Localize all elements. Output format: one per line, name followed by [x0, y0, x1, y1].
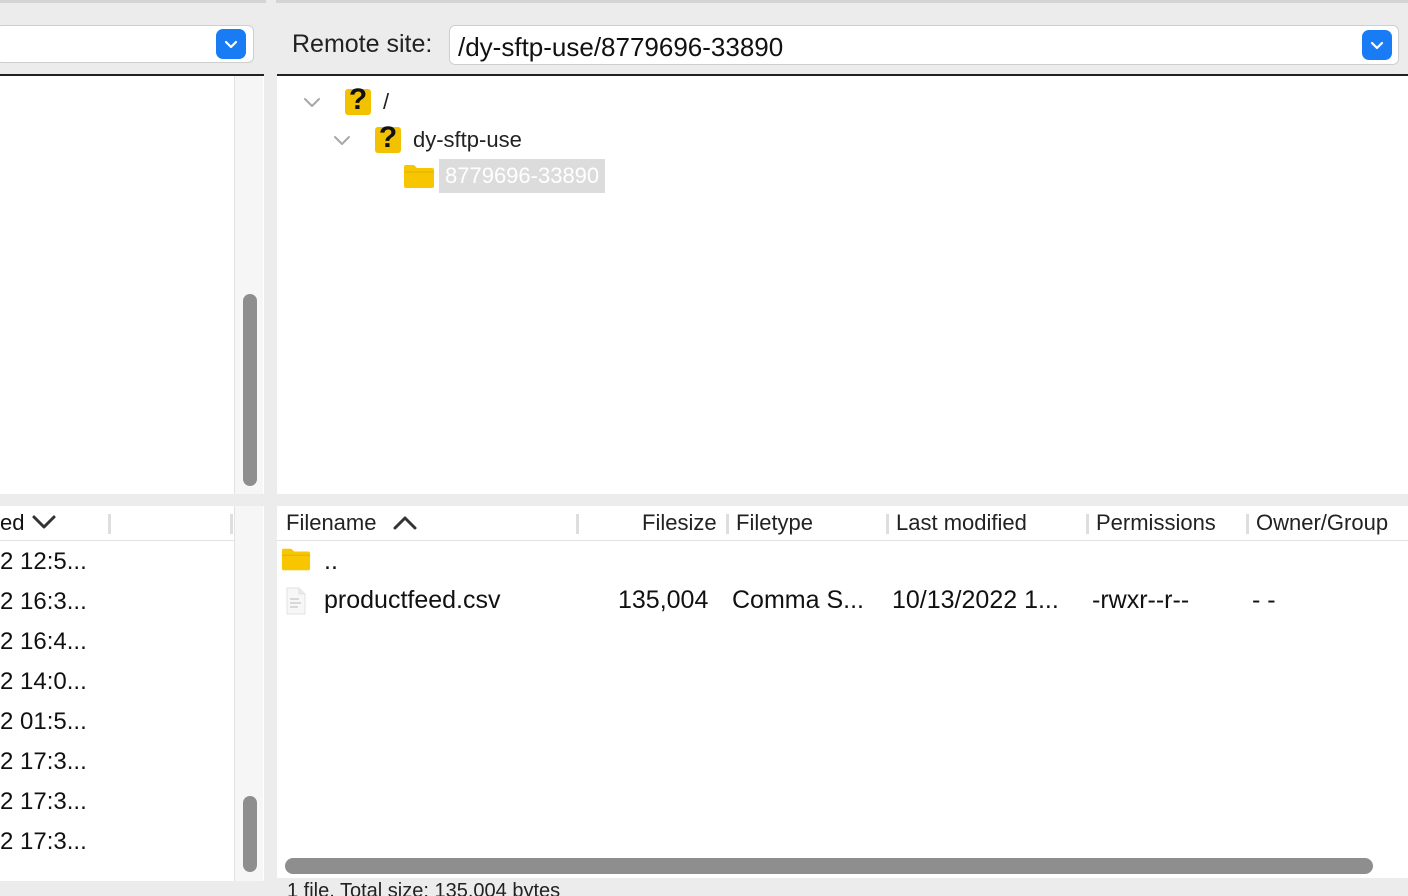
column-header-filename[interactable]: Filename — [286, 510, 376, 536]
local-list-scrollbar[interactable] — [234, 506, 263, 881]
status-bar: 1 file. Total size: 135,004 bytes — [277, 878, 1408, 896]
tree-node-dy-sftp-use[interactable]: ? dy-sftp-use — [331, 123, 522, 157]
local-site-combobox[interactable] — [0, 25, 254, 63]
column-separator[interactable] — [1086, 514, 1089, 534]
remote-site-combobox[interactable]: /dy-sftp-use/8779696-33890 — [449, 25, 1399, 65]
file-last-modified: 10/13/2022 1... — [892, 586, 1059, 614]
local-site-dropdown-button[interactable] — [216, 29, 246, 59]
local-file-list[interactable]: ed 2 12:5... 2 16:3... 2 16:4... 2 14:0.… — [0, 506, 264, 881]
tree-node-root[interactable]: ? / — [301, 85, 390, 119]
column-header-filesize[interactable]: Filesize — [642, 510, 717, 536]
local-tree-scrollbar[interactable] — [234, 76, 263, 494]
local-list-header: ed — [0, 506, 240, 541]
chevron-down-icon[interactable] — [331, 129, 353, 151]
list-item-parent-directory[interactable]: .. — [277, 542, 1408, 580]
local-row-modified[interactable]: 2 01:5... — [0, 708, 87, 736]
column-header-last-modified[interactable]: ed — [0, 510, 24, 536]
local-row-modified[interactable]: 2 16:3... — [0, 588, 87, 616]
window-top-edge — [0, 0, 1408, 3]
column-header-last-modified[interactable]: Last modified — [896, 510, 1027, 536]
file-size: 135,004 — [618, 586, 709, 614]
sort-descending-icon[interactable] — [30, 512, 58, 532]
unknown-folder-icon: ? — [343, 85, 373, 119]
tree-node-label-selected: 8779696-33890 — [439, 159, 606, 193]
chevron-down-icon — [1370, 41, 1384, 50]
file-permissions: -rwxr--r-- — [1092, 586, 1190, 614]
column-header-permissions[interactable]: Permissions — [1096, 510, 1216, 536]
column-separator[interactable] — [1246, 514, 1249, 534]
column-separator[interactable] — [108, 514, 111, 534]
parent-directory-label: .. — [324, 547, 338, 575]
local-directory-tree[interactable] — [0, 74, 264, 494]
pane-splitter[interactable] — [266, 0, 276, 896]
tree-node-label: dy-sftp-use — [413, 127, 522, 152]
local-row-modified[interactable]: 2 17:3... — [0, 828, 87, 856]
file-name: productfeed.csv — [324, 586, 501, 614]
folder-icon — [404, 165, 434, 188]
local-row-modified[interactable]: 2 16:4... — [0, 628, 87, 656]
remote-list-horizontal-scrollbar-thumb[interactable] — [285, 858, 1373, 874]
file-owner-group: - - — [1252, 586, 1276, 614]
column-separator[interactable] — [726, 514, 729, 534]
file-type: Comma S... — [732, 586, 864, 614]
local-row-modified[interactable]: 2 14:0... — [0, 668, 87, 696]
local-row-modified[interactable]: 2 12:5... — [0, 548, 87, 576]
tree-node-8779696-33890[interactable]: 8779696-33890 — [403, 159, 606, 193]
remote-list-header: Filename Filesize Filetype Last modified… — [277, 506, 1408, 541]
unknown-folder-icon: ? — [373, 123, 403, 157]
chevron-down-icon — [224, 40, 238, 49]
remote-file-list[interactable]: Filename Filesize Filetype Last modified… — [277, 506, 1408, 878]
column-separator[interactable] — [576, 514, 579, 534]
remote-directory-tree[interactable]: ? / ? dy-sftp-use 8779696-33890 — [277, 74, 1408, 494]
document-icon — [286, 587, 306, 615]
local-row-modified[interactable]: 2 17:3... — [0, 788, 87, 816]
sort-ascending-icon[interactable] — [391, 513, 419, 533]
column-header-filetype[interactable]: Filetype — [736, 510, 813, 536]
remote-site-path[interactable]: /dy-sftp-use/8779696-33890 — [458, 32, 783, 63]
local-list-scrollbar-thumb[interactable] — [243, 796, 257, 872]
column-separator[interactable] — [886, 514, 889, 534]
remote-site-label: Remote site: — [292, 30, 433, 58]
remote-site-dropdown-button[interactable] — [1362, 30, 1392, 60]
status-text: 1 file. Total size: 135,004 bytes — [287, 880, 561, 896]
table-row[interactable]: productfeed.csv 135,004 Comma S... 10/13… — [277, 582, 1408, 620]
column-header-owner-group[interactable]: Owner/Group — [1256, 510, 1388, 536]
chevron-down-icon[interactable] — [301, 91, 323, 113]
column-separator[interactable] — [230, 514, 233, 534]
local-row-modified[interactable]: 2 17:3... — [0, 748, 87, 776]
tree-node-label: / — [383, 89, 390, 114]
local-tree-scrollbar-thumb[interactable] — [243, 294, 257, 486]
folder-icon — [281, 548, 311, 571]
